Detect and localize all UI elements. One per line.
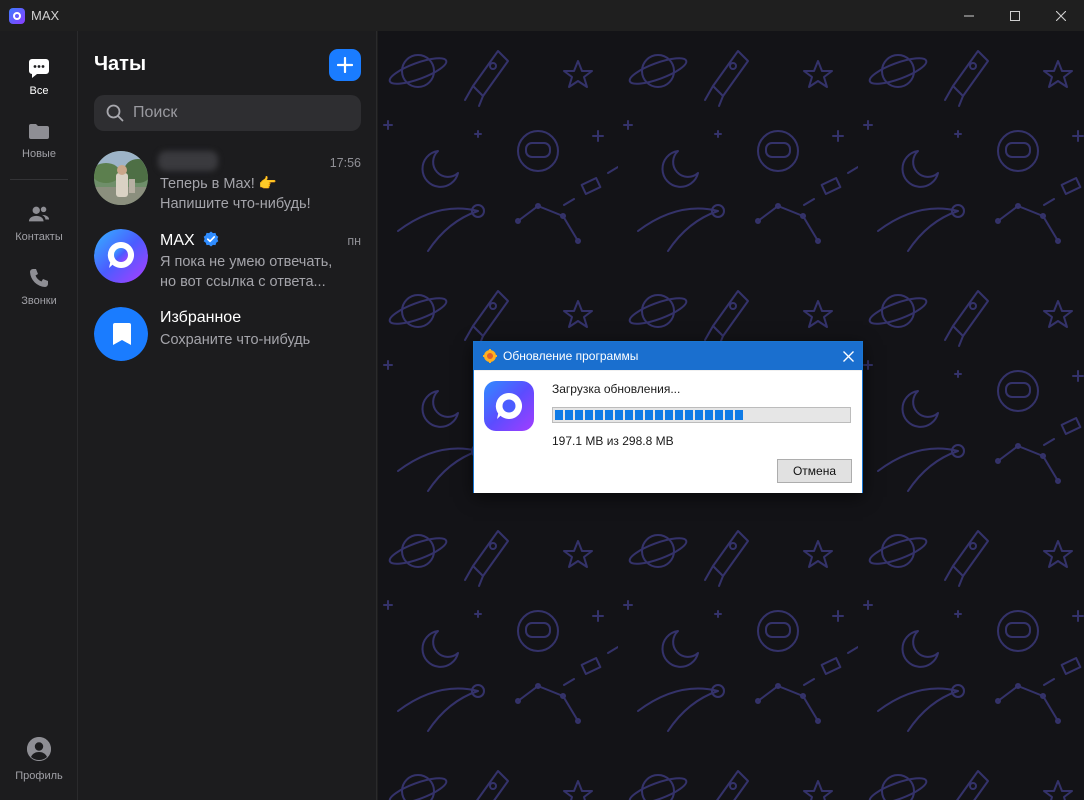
dialog-body: Загрузка обновления... 197.1 MB из 298.8… <box>474 371 862 493</box>
progress-segment <box>675 410 683 420</box>
chat-preview: Теперь в Max! 👉 Напишите что-нибудь! <box>160 174 356 214</box>
avatar-icon <box>27 737 51 761</box>
chat-name-blurred <box>158 151 218 171</box>
phone-icon <box>28 267 50 289</box>
progress-segment <box>685 410 693 420</box>
new-chat-button[interactable] <box>329 49 361 81</box>
chat-list-item[interactable]: MAX пн Я пока не умею отвечать, но вот с… <box>78 229 377 307</box>
maximize-icon <box>1010 10 1020 21</box>
download-size: 197.1 MB из 298.8 MB <box>552 434 674 448</box>
verified-badge-icon <box>203 231 219 247</box>
progress-segment <box>635 410 643 420</box>
update-dialog: Обновление программы Загрузка обновления… <box>473 341 863 493</box>
close-icon <box>1056 10 1066 21</box>
chat-name: Избранное <box>160 309 242 326</box>
close-icon <box>842 350 854 362</box>
window-titlebar: MAX <box>0 0 1084 31</box>
progress-segment <box>715 410 723 420</box>
progress-segment <box>725 410 733 420</box>
folder-icon <box>28 120 50 142</box>
dialog-titlebar: Обновление программы <box>474 342 862 370</box>
rail-item-label: Контакты <box>15 231 63 243</box>
window-title: MAX <box>31 8 60 23</box>
progress-segment <box>565 410 573 420</box>
close-window-button[interactable] <box>1038 0 1084 31</box>
dialog-close-button[interactable] <box>834 342 862 370</box>
cancel-button[interactable]: Отмена <box>777 459 852 483</box>
progress-segment <box>595 410 603 420</box>
rail-item-label: Все <box>29 85 49 97</box>
max-logo-icon <box>9 7 25 24</box>
chat-time: 17:56 <box>329 156 361 170</box>
chat-list-panel: Чаты 17:56 Теперь в Max! 👉 Напишите что-… <box>78 31 377 800</box>
chat-time: пн <box>347 234 361 248</box>
download-status: Загрузка обновления... <box>552 382 681 396</box>
progress-segment <box>665 410 673 420</box>
chat-preview-line: Теперь в Max! 👉 <box>160 176 277 192</box>
max-avatar <box>94 229 148 283</box>
progress-segment <box>605 410 613 420</box>
search-field[interactable] <box>94 95 361 131</box>
chat-preview-line: но вот ссылка с ответа... <box>160 274 326 290</box>
update-gear-icon <box>483 349 497 363</box>
progress-segment <box>555 410 563 420</box>
dialog-title: Обновление программы <box>503 349 639 363</box>
favorites-avatar <box>94 307 148 361</box>
chat-preview-line: Я пока не умею отвечать, <box>160 254 333 270</box>
navigation-rail: Все Новые Контакты Звонки Профиль <box>0 31 78 800</box>
chat-list-item[interactable]: 17:56 Теперь в Max! 👉 Напишите что-нибуд… <box>78 151 377 229</box>
progress-fill <box>555 410 848 420</box>
minimize-button[interactable] <box>946 0 992 31</box>
minimize-icon <box>964 15 974 16</box>
chat-list-item[interactable]: Избранное Сохраните что-нибудь <box>78 307 377 385</box>
chat-name-text: MAX <box>160 232 195 249</box>
progress-segment <box>735 410 743 420</box>
chat-preview: Я пока не умею отвечать, но вот ссылка с… <box>160 252 356 292</box>
progress-segment <box>695 410 703 420</box>
chat-name: MAX <box>160 231 219 250</box>
rail-item-new[interactable]: Новые <box>0 120 78 160</box>
progress-segment <box>625 410 633 420</box>
maximize-button[interactable] <box>992 0 1038 31</box>
progress-segment <box>615 410 623 420</box>
profile-button[interactable]: Профиль <box>0 737 78 782</box>
chat-preview-line: Сохраните что-нибудь <box>160 332 311 348</box>
rail-item-calls[interactable]: Звонки <box>0 267 78 307</box>
rail-item-contacts[interactable]: Контакты <box>0 203 78 243</box>
progress-segment <box>655 410 663 420</box>
rail-item-all[interactable]: Все <box>0 57 78 97</box>
search-icon <box>106 104 124 122</box>
plus-icon <box>337 57 353 73</box>
progress-segment <box>585 410 593 420</box>
max-app-logo <box>484 381 534 431</box>
avatar <box>94 151 148 205</box>
search-input[interactable] <box>133 104 333 122</box>
profile-label: Профиль <box>15 770 63 782</box>
chat-preview: Сохраните что-нибудь <box>160 330 356 350</box>
contacts-icon <box>28 203 50 225</box>
chat-preview-line: Напишите что-нибудь! <box>160 196 311 212</box>
progress-segment <box>575 410 583 420</box>
download-progress-bar <box>552 407 851 423</box>
page-title: Чаты <box>94 53 147 75</box>
rail-divider <box>10 179 68 180</box>
rail-item-label: Звонки <box>21 295 57 307</box>
chat-bubble-icon <box>28 57 50 79</box>
progress-segment <box>645 410 653 420</box>
rail-item-label: Новые <box>22 148 56 160</box>
progress-segment <box>705 410 713 420</box>
